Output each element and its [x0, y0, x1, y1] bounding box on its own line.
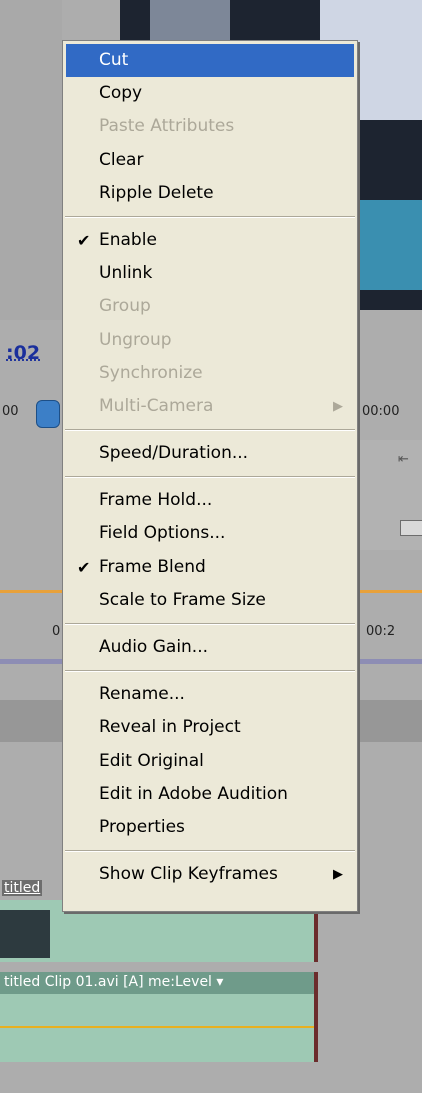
menu-separator — [65, 850, 355, 853]
menu-separator — [65, 623, 355, 625]
menu-item-enable[interactable]: ✔ Enable — [63, 224, 357, 257]
menu-item-label: Edit in Adobe Audition — [99, 783, 288, 804]
menu-item-group: Group — [63, 290, 357, 323]
menu-item-label: Frame Blend — [99, 556, 206, 577]
menu-item-clear[interactable]: Clear — [63, 144, 357, 177]
program-monitor-edge — [0, 0, 62, 320]
menu-item-label: Unlink — [99, 263, 153, 284]
menu-item-label: Copy — [99, 83, 143, 104]
menu-item-label: Clear — [99, 149, 144, 170]
jog-button[interactable] — [400, 520, 422, 536]
menu-item-label: Scale to Frame Size — [99, 589, 266, 610]
menu-item-label: Field Options... — [99, 523, 226, 544]
checkmark-icon: ✔ — [77, 557, 91, 577]
menu-item-label: Rename... — [99, 684, 185, 705]
menu-item-ripple-delete[interactable]: Ripple Delete — [63, 177, 357, 210]
menu-item-multi-camera: Multi-Camera ▶ — [63, 390, 357, 423]
step-icon[interactable]: ⇤ — [398, 452, 409, 467]
menu-item-label: Synchronize — [99, 362, 203, 383]
menu-item-scale-to-frame-size[interactable]: Scale to Frame Size — [63, 584, 357, 617]
menu-item-label: Audio Gain... — [99, 637, 209, 657]
audio-clip-label[interactable]: titled Clip 01.avi [A] me:Level ▾ — [4, 974, 223, 990]
menu-item-audio-gain[interactable]: Audio Gain... — [63, 631, 357, 664]
submenu-arrow-icon: ▶ — [333, 398, 343, 414]
video-clip-label: titled — [2, 880, 43, 896]
menu-separator — [65, 215, 355, 218]
playhead-icon[interactable] — [36, 400, 60, 428]
menu-item-label: Show Clip Keyframes — [99, 864, 278, 885]
menu-item-ungroup: Ungroup — [63, 324, 357, 357]
menu-item-copy[interactable]: Copy — [63, 77, 357, 110]
menu-item-frame-blend[interactable]: ✔ Frame Blend — [63, 551, 357, 584]
ruler-timecode-right: 00:2 — [366, 624, 396, 639]
audio-level-line[interactable] — [0, 1026, 318, 1028]
menu-item-label: Multi-Camera — [99, 395, 214, 416]
menu-separator — [65, 670, 355, 673]
audio-clip-edge[interactable] — [314, 972, 318, 1062]
checkmark-icon: ✔ — [77, 230, 91, 250]
context-menu: Cut Copy Paste Attributes Clear Ripple Delet… — [62, 40, 358, 912]
menu-item-label: Frame Hold... — [99, 490, 213, 511]
menu-item-properties[interactable]: Properties — [63, 811, 357, 844]
menu-item-show-clip-keyframes[interactable]: Show Clip Keyframes ▶ — [63, 858, 357, 891]
menu-item-speed-duration[interactable]: Speed/Duration... — [63, 437, 357, 470]
menu-item-edit-in-adobe-audition[interactable]: Edit in Adobe Audition — [63, 778, 357, 811]
menu-item-label: Edit Original — [99, 750, 204, 771]
menu-item-edit-original[interactable]: Edit Original — [63, 745, 357, 778]
menu-item-synchronize: Synchronize — [63, 357, 357, 390]
menu-item-cut[interactable]: Cut — [66, 44, 354, 78]
timecode-right: 00:00 — [362, 404, 400, 419]
menu-item-label: Properties — [99, 816, 185, 837]
menu-item-rename[interactable]: Rename... — [63, 678, 357, 711]
current-timecode[interactable]: :02 — [6, 342, 40, 364]
menu-item-label: Group — [99, 296, 151, 317]
menu-item-label: Enable — [99, 229, 157, 250]
menu-item-label: Cut — [99, 50, 129, 70]
submenu-arrow-icon: ▶ — [333, 867, 343, 883]
menu-item-label: Paste Attributes — [99, 116, 235, 137]
menu-separator — [65, 429, 355, 432]
menu-item-unlink[interactable]: Unlink — [63, 257, 357, 290]
menu-item-field-options[interactable]: Field Options... — [63, 517, 357, 550]
menu-item-label: Ungroup — [99, 329, 172, 350]
menu-separator — [65, 476, 355, 479]
ruler-bar-left — [0, 659, 62, 664]
menu-item-paste-attributes: Paste Attributes — [63, 110, 357, 143]
ruler-tick-label: 0 — [52, 624, 61, 639]
menu-item-label: Ripple Delete — [99, 182, 214, 203]
menu-item-label: Reveal in Project — [99, 717, 241, 738]
menu-item-label: Speed/Duration... — [99, 443, 249, 464]
menu-item-reveal-in-project[interactable]: Reveal in Project — [63, 711, 357, 744]
video-clip-thumbnail — [0, 910, 50, 958]
timecode-left: 00 — [2, 404, 19, 419]
menu-item-frame-hold[interactable]: Frame Hold... — [63, 484, 357, 517]
ruler-bar-right — [360, 659, 422, 664]
